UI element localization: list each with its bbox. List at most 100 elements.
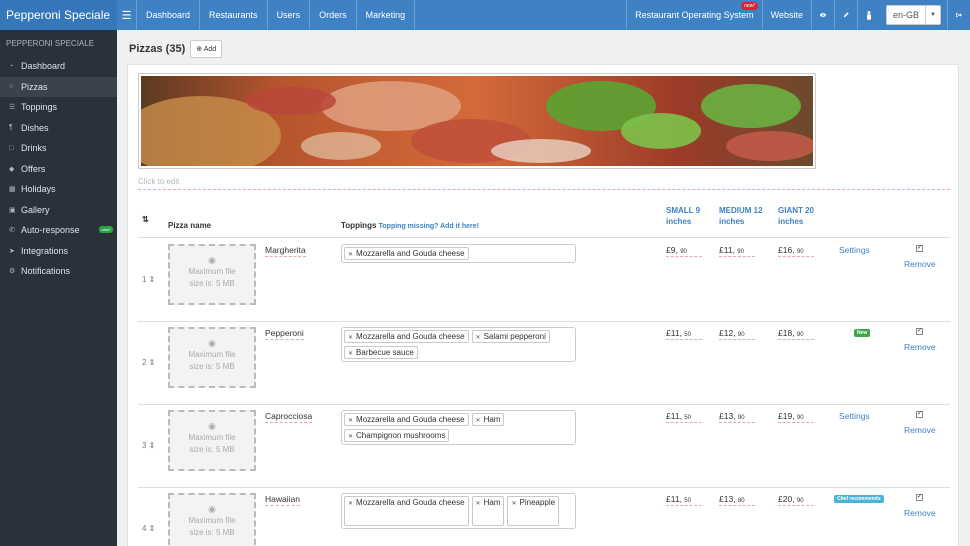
active-checkbox[interactable]: ✓ — [916, 494, 923, 501]
price-small[interactable]: £11, 50 — [666, 411, 702, 423]
sidebar-item-label: Holidays — [21, 184, 56, 195]
restaurant-os-link[interactable]: Restaurant Operating System new! — [626, 0, 762, 30]
sidebar-item-dishes[interactable]: ¶ Dishes — [0, 118, 117, 139]
pizza-name[interactable]: Margherita — [265, 245, 306, 257]
sidebar-item-integrations[interactable]: ➤ Integrations — [0, 241, 117, 262]
user-icon[interactable] — [857, 0, 880, 30]
eye-icon[interactable] — [811, 0, 834, 30]
sidebar-item-pizzas[interactable]: ○ Pizzas — [0, 76, 117, 97]
active-checkbox[interactable]: ✓ — [916, 328, 923, 335]
price-medium[interactable]: £11, 90 — [719, 245, 755, 257]
active-checkbox[interactable]: ✓ — [916, 245, 923, 252]
col-size-medium[interactable]: MEDIUM 12 inches — [719, 205, 763, 227]
toppings-input[interactable]: ✕ Mozzarella and Gouda cheese — [341, 244, 576, 263]
settings-link[interactable]: Settings — [839, 245, 870, 255]
remove-tag-icon[interactable]: ✕ — [348, 351, 353, 357]
topping-tag[interactable]: ✕ Mozzarella and Gouda cheese — [344, 247, 469, 260]
sidebar-item-offers[interactable]: ◆ Offers — [0, 159, 117, 180]
nav-dashboard[interactable]: Dashboard — [137, 0, 201, 30]
topping-tag-label: Mozzarella and Gouda cheese — [356, 415, 465, 424]
nav-orders[interactable]: Orders — [310, 0, 357, 30]
topping-tag[interactable]: ✕ Mozzarella and Gouda cheese — [344, 496, 469, 526]
sidebar-item-toppings[interactable]: ☰ Toppings — [0, 97, 117, 118]
topping-tag[interactable]: ✕ Ham — [471, 496, 505, 526]
active-checkbox[interactable]: ✓ — [916, 411, 923, 418]
col-size-giant[interactable]: GIANT 20 inches — [778, 205, 814, 227]
remove-link[interactable]: Remove — [904, 508, 936, 518]
topping-tag[interactable]: ✕ Barbecue sauce — [344, 346, 418, 359]
image-upload-dropzone[interactable]: ◉ Maximum file size is: 5 MB — [168, 327, 256, 388]
remove-link[interactable]: Remove — [904, 425, 936, 435]
remove-link[interactable]: Remove — [904, 259, 936, 269]
menu-toggle-icon[interactable]: ☰ — [117, 0, 137, 30]
remove-tag-icon[interactable]: ✕ — [476, 418, 481, 424]
topping-tag[interactable]: ✕ Salami pepperoni — [471, 330, 550, 343]
sidebar-item-drinks[interactable]: □ Drinks — [0, 138, 117, 159]
sidebar-item-holidays[interactable]: ▦ Holidays — [0, 179, 117, 200]
remove-link[interactable]: Remove — [904, 342, 936, 352]
add-pizza-button[interactable]: ⊕ Add — [190, 40, 223, 58]
main-content: Pizzas (35) ⊕ Add Click to edit ⇅ Pizza … — [117, 30, 970, 546]
rocket-icon: ➤ — [9, 247, 15, 255]
nav-restaurants[interactable]: Restaurants — [200, 0, 268, 30]
sidebar-item-label: Auto-response — [21, 225, 80, 236]
remove-tag-icon[interactable]: ✕ — [348, 434, 353, 440]
price-small[interactable]: £11, 50 — [666, 494, 702, 506]
price-medium[interactable]: £13, 90 — [719, 411, 755, 423]
remove-tag-icon[interactable]: ✕ — [348, 335, 353, 341]
brand-logo[interactable]: Pepperoni Speciale — [0, 0, 117, 30]
remove-tag-icon[interactable]: ✕ — [348, 252, 353, 258]
settings-link[interactable]: Settings — [839, 411, 870, 421]
topping-missing-link[interactable]: Topping missing? Add it here! — [379, 223, 479, 230]
pizza-name[interactable]: Caprocciosa — [265, 411, 313, 423]
remove-tag-icon[interactable]: ✕ — [348, 418, 353, 424]
image-upload-dropzone[interactable]: ◉ Maximum file size is: 5 MB — [168, 410, 256, 471]
remove-tag-icon[interactable]: ✕ — [476, 335, 481, 341]
image-upload-dropzone[interactable]: ◉ Maximum file size is: 5 MB — [168, 244, 256, 305]
remove-tag-icon[interactable]: ✕ — [511, 501, 516, 507]
price-medium[interactable]: £13, 80 — [719, 494, 755, 506]
logout-icon[interactable] — [947, 0, 970, 30]
price-giant[interactable]: £20, 90 — [778, 494, 814, 506]
sidebar-item-gallery[interactable]: ▣ Gallery — [0, 200, 117, 221]
nav-users[interactable]: Users — [268, 0, 311, 30]
camera-icon: ◉ — [208, 504, 216, 514]
pizza-name[interactable]: Hawaiian — [265, 494, 300, 506]
price-medium[interactable]: £12, 90 — [719, 328, 755, 340]
sidebar-item-dashboard[interactable]: ◔ Dashboard — [0, 56, 117, 77]
toppings-input[interactable]: ✕ Mozzarella and Gouda cheese ✕ Ham ✕ Pinea… — [341, 493, 576, 529]
pizza-name[interactable]: Pepperoni — [265, 328, 304, 340]
price-small[interactable]: £9, 90 — [666, 245, 702, 257]
row-index[interactable]: 1 ⇕ — [142, 275, 155, 284]
toppings-input[interactable]: ✕ Mozzarella and Gouda cheese ✕ Ham ✕ Champ… — [341, 410, 576, 445]
topping-tag[interactable]: ✕ Pineapple — [507, 496, 560, 526]
price-giant[interactable]: £19, 90 — [778, 411, 814, 423]
website-link[interactable]: Website — [761, 0, 811, 30]
pencil-icon[interactable] — [834, 0, 857, 30]
price-small[interactable]: £11, 50 — [666, 328, 702, 340]
click-to-edit[interactable]: Click to edit — [138, 177, 950, 190]
image-upload-dropzone[interactable]: ◉ Maximum file size is: 5 MB — [168, 493, 256, 546]
col-size-small[interactable]: SMALL 9 inches — [666, 205, 700, 227]
toppings-input[interactable]: ✕ Mozzarella and Gouda cheese ✕ Salami pep… — [341, 327, 576, 362]
topping-tag[interactable]: ✕ Mozzarella and Gouda cheese — [344, 413, 469, 426]
price-giant[interactable]: £16, 90 — [778, 245, 814, 257]
topping-tag[interactable]: ✕ Champignon mushrooms — [344, 429, 450, 442]
sidebar-item-auto-response[interactable]: ✆ Auto-response new! — [0, 220, 117, 241]
new-badge: new! — [98, 226, 113, 233]
language-select[interactable]: en-GB ▼ — [886, 5, 941, 25]
nav-marketing[interactable]: Marketing — [357, 0, 416, 30]
row-index[interactable]: 2 ⇕ — [142, 358, 155, 367]
row-index[interactable]: 4 ⇕ — [142, 524, 155, 533]
sort-icon[interactable]: ⇅ — [142, 215, 149, 224]
sidebar-header: PEPPERONI SPECIALE — [6, 39, 95, 48]
topping-tag[interactable]: ✕ Ham — [471, 413, 505, 426]
price-small-main: £9 — [666, 245, 676, 255]
remove-tag-icon[interactable]: ✕ — [348, 501, 353, 507]
price-giant[interactable]: £18, 90 — [778, 328, 814, 340]
banner-image[interactable] — [138, 73, 816, 169]
remove-tag-icon[interactable]: ✕ — [476, 501, 481, 507]
sidebar-item-notifications[interactable]: ⚙ Notifications — [0, 261, 117, 282]
row-index[interactable]: 3 ⇕ — [142, 441, 155, 450]
topping-tag[interactable]: ✕ Mozzarella and Gouda cheese — [344, 330, 469, 343]
